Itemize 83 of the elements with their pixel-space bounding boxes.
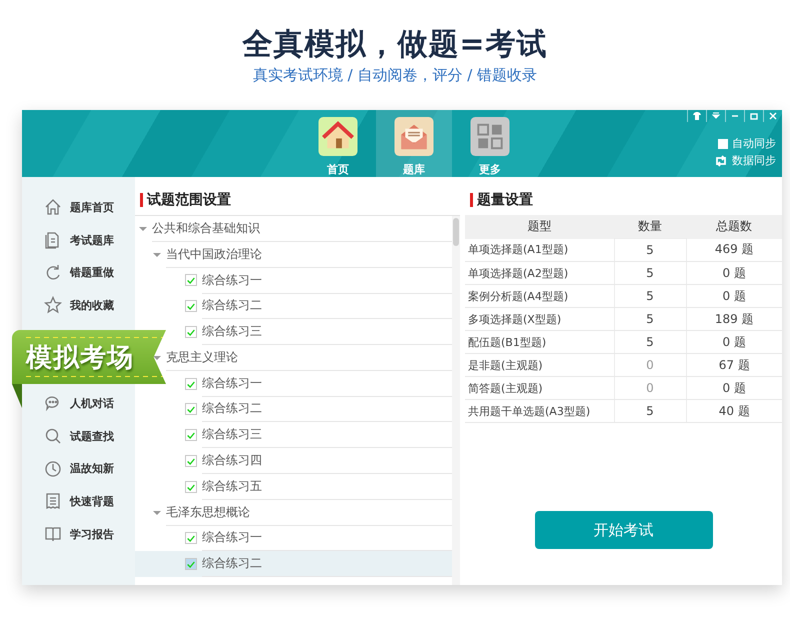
checkbox[interactable] (185, 403, 197, 416)
checkbox[interactable] (185, 532, 197, 544)
page-subtitle: 真实考试环境 / 自动阅卷，评分 / 错题收录 (252, 65, 538, 86)
tree-node-label: 克思主义理论 (166, 344, 452, 371)
clock-icon (44, 460, 62, 478)
checkbox[interactable] (185, 455, 197, 468)
caret-icon[interactable] (139, 224, 147, 233)
sidebar-item[interactable]: 考试题库 (22, 224, 135, 256)
house-icon (318, 117, 358, 156)
sidebar-item[interactable]: 题库首页 (22, 191, 135, 224)
table-cell: 0 题 (686, 284, 782, 308)
sync-icon (714, 154, 728, 166)
data-sync-button[interactable]: 数据同步 (714, 152, 776, 169)
table-cell: 469 题 (686, 238, 782, 262)
tree-item-label[interactable]: 综合练习三 (202, 422, 452, 448)
checkbox[interactable] (185, 558, 197, 570)
sidebar-item[interactable]: 我的收藏 (22, 289, 135, 322)
grid-icon (470, 117, 510, 156)
caret-icon[interactable] (153, 354, 161, 362)
column-header: 数量 (614, 215, 686, 238)
checkbox[interactable] (185, 274, 197, 286)
tree-node-label: 毛泽东思想概论 (166, 500, 452, 526)
table-cell: 共用题干单选题(A3型题) (465, 400, 614, 422)
tree-item-label[interactable]: 综合练习一 (202, 370, 452, 397)
sidebar-item[interactable]: 学习报告 (22, 518, 135, 550)
checkbox[interactable] (185, 326, 197, 338)
table-cell: 67 题 (686, 354, 782, 376)
table-cell: 案例分析题(A4型题) (465, 284, 614, 308)
caret-icon[interactable] (153, 508, 161, 517)
auto-sync-checkbox[interactable] (718, 138, 728, 148)
table-cell: 简答题(主观题) (465, 376, 614, 400)
sidebar-item[interactable]: 温故知新 (22, 452, 135, 486)
selected-tree-row[interactable]: 综合练习二 (135, 551, 452, 578)
sidebar-item[interactable]: 试题查找 (22, 420, 135, 452)
table-cell: 0 题 (686, 330, 782, 354)
scrollbar[interactable] (452, 216, 460, 585)
book-icon (44, 525, 62, 544)
section-title: 试题范围设置 (140, 193, 460, 207)
column-header: 总题数 (686, 215, 782, 238)
count-field[interactable]: 5 (614, 262, 686, 284)
ribbon-banner: 模拟考场 (12, 330, 166, 384)
section-title: 题量设置 (470, 193, 782, 207)
table-cell: 单项选择题(A2型题) (465, 262, 614, 284)
tree-item-label[interactable]: 综合练习二 (202, 396, 452, 422)
table-cell: 配伍题(B1型题) (465, 330, 614, 354)
count-field[interactable]: 5 (614, 330, 686, 354)
nav-tab[interactable]: 首页 (300, 110, 376, 177)
checkbox[interactable] (185, 429, 197, 442)
checkbox[interactable] (185, 480, 197, 493)
table-cell: 是非题(主观题) (465, 354, 614, 376)
envelope-icon (394, 117, 434, 156)
house-icon (44, 198, 62, 216)
count-field[interactable]: 5 (614, 284, 686, 308)
tree-item-label[interactable]: 综合练习四 (202, 448, 452, 474)
caret-icon[interactable] (153, 250, 161, 259)
tree-node-label: 当代中国政治理论 (166, 242, 452, 268)
count-field[interactable]: 5 (614, 238, 686, 262)
sidebar-item[interactable]: 人机对话 (22, 387, 135, 420)
tree-item-label[interactable]: 综合练习二 (202, 293, 452, 320)
star-icon (44, 296, 62, 314)
table-cell: 0 题 (686, 262, 782, 284)
sidebar-item[interactable]: 快速背题 (22, 485, 135, 518)
checkbox[interactable] (185, 300, 197, 312)
checkbox[interactable] (185, 378, 197, 390)
table-cell: 单项选择题(A1型题) (465, 238, 614, 262)
tree-item-label[interactable]: 综合练习五 (202, 474, 452, 500)
tree-item-label[interactable]: 综合练习三 (202, 319, 452, 346)
search-icon (44, 427, 62, 446)
tree-item-label[interactable]: 综合练习二 (202, 551, 452, 578)
redo-icon (44, 264, 62, 282)
table-cell: 0 题 (686, 376, 782, 400)
tree-node-label: 公共和综合基础知识 (152, 216, 452, 242)
count-field[interactable]: 5 (614, 400, 686, 422)
count-field[interactable]: 5 (614, 308, 686, 330)
table-cell: 40 题 (686, 400, 782, 422)
tree-item-label[interactable]: 综合练习一 (202, 268, 452, 294)
auto-sync-label: 自动同步 (732, 136, 776, 151)
column-header: 题型 (465, 215, 614, 238)
page-title: 全真模拟，做题=考试 (242, 26, 548, 64)
sidebar-item[interactable]: 错题重做 (22, 256, 135, 290)
receipt-icon (44, 492, 62, 510)
table-cell: 189 题 (686, 308, 782, 330)
table-cell: 多项选择题(X型题) (465, 308, 614, 330)
